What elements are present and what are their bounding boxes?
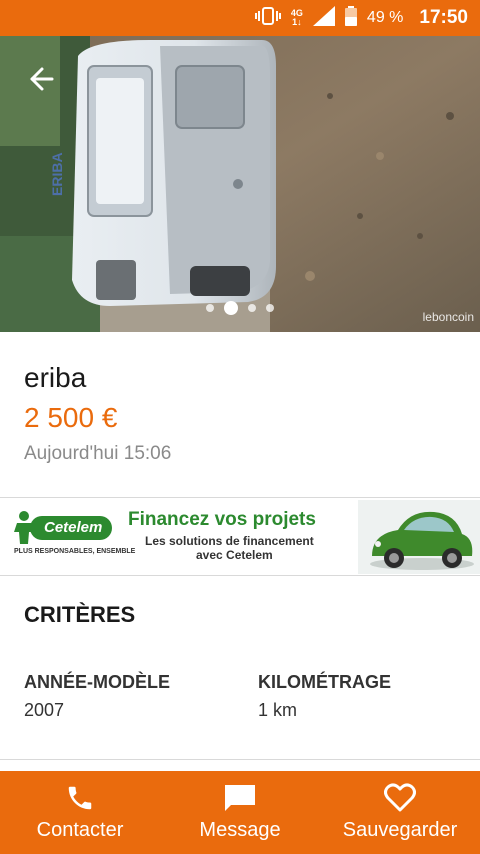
criteria-value-year: 2007 xyxy=(24,700,65,720)
message-icon xyxy=(223,783,257,813)
divider-top xyxy=(0,497,480,498)
criteria-label-year: ANNÉE-MODÈLE xyxy=(24,672,171,692)
listing-date: Aujourd'hui 15:06 xyxy=(24,443,172,464)
battery-percent: 49 % xyxy=(366,9,404,26)
battery-icon xyxy=(344,5,357,31)
listing-price: 2 500 € xyxy=(24,402,118,433)
pagination-dot[interactable] xyxy=(248,304,256,312)
criteria-value-mileage: 1 km xyxy=(258,700,298,720)
criteria-label-mileage: KILOMÉTRAGE xyxy=(258,672,391,692)
ad-banner[interactable]: Cetelem PLUS RESPONSABLES, ENSEMBLE Fina… xyxy=(0,500,480,574)
pagination-dot[interactable] xyxy=(266,304,274,312)
criteria-title: CRITÈRES xyxy=(24,602,136,627)
save-button[interactable]: Sauvegarder xyxy=(320,771,480,854)
back-arrow-icon xyxy=(28,66,54,97)
listing-photo[interactable]: ERIBA xyxy=(0,36,480,332)
listing-title: eriba xyxy=(24,362,87,393)
caravan-brand-text: ERIBA xyxy=(49,152,65,196)
ad-subline-2: avec Cetelem xyxy=(196,548,273,562)
divider-bottom xyxy=(0,759,480,760)
ad-car-image xyxy=(358,500,480,574)
photo-watermark: leboncoin xyxy=(422,310,474,324)
contact-label: Contacter xyxy=(36,819,124,841)
status-bar: 4G 1↓ 49 % 17:50 xyxy=(0,0,480,36)
cetelem-logo: Cetelem PLUS RESPONSABLES, ENSEMBLE xyxy=(14,510,135,560)
ad-subline-1: Les solutions de financement xyxy=(145,534,314,548)
phone-icon xyxy=(65,783,95,813)
clock: 17:50 xyxy=(419,7,468,28)
ad-headline: Financez vos projets xyxy=(128,509,316,530)
pagination-dot[interactable] xyxy=(224,301,238,315)
ad-brand: Cetelem xyxy=(44,519,103,536)
back-button[interactable] xyxy=(18,62,64,100)
network-activity: 1↓ xyxy=(292,17,302,27)
message-button[interactable]: Message xyxy=(160,771,320,854)
vibrate-icon xyxy=(254,6,281,30)
contact-button[interactable]: Contacter xyxy=(0,771,160,854)
network-indicator: 4G 1↓ xyxy=(291,9,303,27)
bottom-action-bar: Contacter Message Sauvegarder xyxy=(0,771,480,854)
divider-ad xyxy=(0,575,480,576)
ad-tagline: PLUS RESPONSABLES, ENSEMBLE xyxy=(14,548,136,555)
save-label: Sauvegarder xyxy=(342,819,458,841)
pagination-dot[interactable] xyxy=(206,304,214,312)
photo-pagination xyxy=(0,301,480,315)
message-label: Message xyxy=(199,819,281,841)
signal-icon xyxy=(312,5,335,31)
heart-icon xyxy=(384,783,416,813)
